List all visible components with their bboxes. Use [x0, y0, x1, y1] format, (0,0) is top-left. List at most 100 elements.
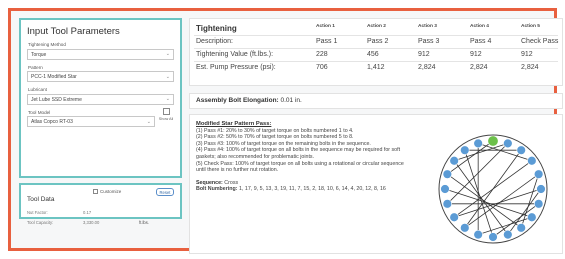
tightening-method-label: Tightening Method [28, 42, 66, 47]
customize-checkbox[interactable] [93, 189, 98, 195]
column-header: Action 5 [521, 24, 540, 29]
bolt-hole[interactable] [533, 199, 544, 209]
table-cell: Pass 2 [367, 38, 389, 45]
pattern-value: PCC-1 Modified Star [31, 74, 77, 80]
bolt-hole[interactable] [473, 138, 483, 149]
tool-data-panel: Tool Data Customize Reset Nut Factor: 0.… [19, 183, 182, 225]
bolt-hole[interactable] [449, 212, 459, 222]
sequence-label: Sequence: [196, 179, 223, 186]
tool-model-value: Atlas Copco RT-03 [31, 119, 73, 125]
active-bolt[interactable] [487, 135, 499, 147]
bolt-hole[interactable] [488, 232, 498, 242]
table-cell: 228 [316, 51, 328, 58]
app-frame: Input Tool Parameters Tightening Method … [8, 8, 563, 254]
tool-data-title: Tool Data [27, 196, 55, 203]
numbering-label: Bolt Numbering: [196, 186, 238, 193]
lubricant-label: Lubricant [28, 87, 47, 92]
bolt-hole[interactable] [527, 212, 537, 222]
bolt-hole[interactable] [536, 184, 546, 194]
nut-factor-value: 0.17 [83, 210, 92, 215]
panel-title: Input Tool Parameters [27, 26, 120, 37]
reset-button[interactable]: Reset [156, 188, 174, 196]
tool-capacity-label: Tool Capacity: [27, 219, 54, 225]
chevron-down-icon: ⌄ [165, 73, 170, 80]
customize-label: Customize [100, 189, 122, 194]
table-cell: Pass 1 [316, 38, 338, 45]
column-header: Action 3 [418, 24, 437, 29]
bolt-hole[interactable] [460, 223, 470, 233]
tool-model-select[interactable]: Atlas Copco RT-03 ⌄ [27, 116, 155, 127]
pass-line: (2) Pass #2: 50% to 70% of target torque… [196, 134, 354, 141]
pattern-description: Modified Star Pattern Pass: (1) Pass #1:… [196, 121, 411, 193]
table-cell: 456 [367, 51, 379, 58]
table-cell: 2,824 [521, 64, 539, 71]
bolt-hole[interactable] [442, 199, 453, 209]
table-cell: 912 [521, 51, 533, 58]
tightening-title: Tightening [196, 24, 237, 33]
bolt-hole[interactable] [442, 169, 453, 179]
row-label: Description: [196, 38, 233, 45]
chevron-down-icon: ⌄ [146, 118, 151, 125]
sequence-line: Sequence: Cross [196, 180, 411, 187]
pass-line: (4) Pass #4: 100% of target torque on al… [196, 147, 401, 160]
pattern-select[interactable]: PCC-1 Modified Star ⌄ [27, 71, 174, 82]
sequence-line [454, 188, 542, 218]
tool-model-row: Atlas Copco RT-03 ⌄ Show All [27, 108, 174, 127]
bolt-pattern-diagram [438, 134, 548, 244]
table-cell: 2,824 [470, 64, 488, 71]
chevron-down-icon: ⌄ [165, 96, 170, 102]
pattern-label: Pattern [28, 64, 43, 70]
bolt-hole[interactable] [473, 229, 483, 240]
row-label: Est. Pump Pressure (psi): [196, 64, 276, 71]
bolt-hole[interactable] [516, 145, 526, 155]
bolt-hole[interactable] [503, 229, 513, 240]
lubricant-value: Jet Lube SSD Extreme [31, 96, 82, 103]
nut-factor-row: Nut Factor: 0.17 [27, 210, 174, 219]
tool-capacity-row: Tool Capacity: 3,330.00 ft.lbs. [27, 220, 174, 229]
table-cell: 706 [316, 64, 328, 71]
column-header: Action 1 [316, 24, 335, 29]
bolt-hole[interactable] [460, 145, 470, 155]
sequence-value: Cross [224, 179, 239, 186]
row-divider [194, 35, 558, 36]
nut-factor-label: Nut Factor: [27, 210, 48, 215]
table-cell: 912 [470, 51, 482, 58]
bolt-hole[interactable] [533, 169, 544, 179]
row-label: Tightening Value (ft.lbs.): [196, 51, 274, 58]
sequence-line [444, 188, 532, 218]
tightening-method-select[interactable]: Torque ⌄ [27, 48, 174, 60]
bolt-elongation-bar: Assembly Bolt Elongation: 0.01 in. [189, 93, 563, 109]
pass-line: (1) Pass #1: 20% to 30% of target torque… [196, 127, 354, 134]
column-header: Action 2 [367, 24, 386, 29]
bolt-hole[interactable] [440, 184, 450, 194]
bolt-hole[interactable] [503, 138, 513, 149]
numbering-value: 1, 17, 9, 5, 13, 3, 19, 11, 7, 15, 2, 18… [238, 186, 386, 193]
bolt-hole[interactable] [449, 156, 459, 166]
tightening-sequence-lines [444, 140, 542, 238]
row-divider [194, 48, 558, 49]
row-divider [194, 61, 558, 62]
show-all-checkbox[interactable] [163, 108, 170, 115]
pass-line: (5) Check Pass: 100% of target torque on… [196, 160, 404, 174]
bolt-hole[interactable] [527, 156, 537, 166]
chevron-down-icon: ⌄ [165, 51, 170, 57]
pass-line: (3) Pass #3: 100% of target torque on th… [196, 140, 371, 147]
lubricant-select[interactable]: Jet Lube SSD Extreme ⌄ [27, 93, 174, 105]
numbering-line: Bolt Numbering: 1, 17, 9, 5, 13, 3, 19, … [196, 186, 411, 193]
table-cell: Pass 4 [470, 38, 492, 45]
tightening-method-value: Torque [31, 51, 47, 58]
customize-toggle[interactable]: Customize [93, 189, 122, 195]
sequence-line [453, 160, 533, 218]
table-cell: 912 [418, 51, 430, 58]
show-all-label: Show All [158, 117, 174, 121]
sequence-line [464, 150, 494, 238]
bolt-hole[interactable] [516, 223, 526, 233]
table-cell: Pass 3 [418, 38, 440, 45]
tool-capacity-unit: ft.lbs. [139, 219, 150, 225]
elongation-label: Assembly Bolt Elongation: [196, 97, 279, 104]
elongation-value: 0.01 in. [280, 97, 302, 104]
column-header: Action 4 [470, 24, 489, 29]
pattern-title: Modified Star Pattern Pass: [196, 121, 272, 127]
tool-capacity-value: 3,330.00 [83, 219, 100, 225]
table-cell: Check Pass [521, 38, 559, 45]
